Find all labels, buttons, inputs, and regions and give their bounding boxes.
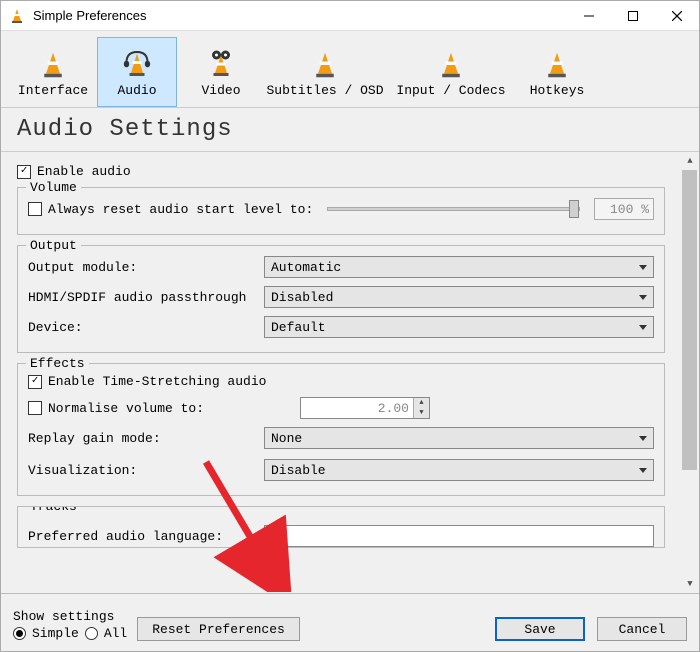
show-settings-block: Show settings Simple All	[13, 609, 127, 641]
tab-hotkeys[interactable]: Hotkeys	[517, 37, 597, 107]
always-reset-checkbox[interactable]	[28, 202, 42, 216]
app-icon	[9, 8, 25, 24]
close-button[interactable]	[655, 1, 699, 31]
replay-gain-select[interactable]: None	[264, 427, 654, 449]
tab-label: Interface	[18, 83, 88, 98]
visualization-label: Visualization:	[28, 463, 258, 478]
select-value: None	[271, 431, 302, 446]
reset-preferences-button[interactable]: Reset Preferences	[137, 617, 300, 641]
tab-input-codecs[interactable]: Input / Codecs	[389, 37, 513, 107]
radio-simple-label: Simple	[32, 626, 79, 641]
enable-audio-checkbox[interactable]	[17, 165, 31, 179]
cone-icon	[435, 47, 467, 79]
device-label: Device:	[28, 320, 258, 335]
group-legend: Volume	[26, 180, 81, 195]
group-legend: Effects	[26, 356, 89, 371]
headphones-cone-icon	[121, 47, 153, 79]
slider-thumb[interactable]	[569, 200, 579, 218]
tracks-group: Tracks Preferred audio language:	[17, 506, 665, 548]
normalise-spin[interactable]: 2.00 ▲ ▼	[300, 397, 430, 419]
visualization-select[interactable]: Disable	[264, 459, 654, 481]
spin-down[interactable]: ▼	[414, 408, 429, 418]
preferences-window: Simple Preferences Interface Audio Video…	[0, 0, 700, 652]
film-cone-icon	[205, 47, 237, 79]
select-value: Disabled	[271, 290, 333, 305]
passthrough-select[interactable]: Disabled	[264, 286, 654, 308]
tab-audio[interactable]: Audio	[97, 37, 177, 107]
page-title: Audio Settings	[1, 108, 699, 152]
tab-label: Subtitles / OSD	[266, 83, 383, 98]
output-group: Output Output module: Automatic HDMI/SPD…	[17, 245, 665, 353]
always-reset-label: Always reset audio start level to:	[48, 202, 313, 217]
cone-icon	[37, 47, 69, 79]
save-button[interactable]: Save	[495, 617, 585, 641]
footer: Show settings Simple All Reset Preferenc…	[1, 593, 699, 651]
output-module-label: Output module:	[28, 260, 258, 275]
radio-all[interactable]	[85, 627, 98, 640]
vertical-scrollbar[interactable]: ▲ ▼	[681, 152, 699, 593]
volume-group: Volume Always reset audio start level to…	[17, 187, 665, 235]
replay-gain-label: Replay gain mode:	[28, 431, 258, 446]
radio-all-label: All	[104, 626, 127, 641]
window-controls	[567, 1, 699, 31]
select-value: Automatic	[271, 260, 341, 275]
select-value: Default	[271, 320, 326, 335]
minimize-button[interactable]	[567, 1, 611, 31]
device-select[interactable]: Default	[264, 316, 654, 338]
normalise-checkbox[interactable]	[28, 401, 42, 415]
enable-audio-label: Enable audio	[37, 164, 131, 179]
cone-icon	[541, 47, 573, 79]
normalise-value: 2.00	[301, 401, 413, 416]
timestretch-label: Enable Time-Stretching audio	[48, 374, 266, 389]
tab-label: Audio	[117, 83, 156, 98]
output-module-select[interactable]: Automatic	[264, 256, 654, 278]
tab-interface[interactable]: Interface	[13, 37, 93, 107]
titlebar: Simple Preferences	[1, 1, 699, 31]
radio-simple[interactable]	[13, 627, 26, 640]
group-legend: Tracks	[26, 506, 81, 514]
tab-label: Video	[201, 83, 240, 98]
show-settings-label: Show settings	[13, 609, 127, 624]
maximize-button[interactable]	[611, 1, 655, 31]
scroll-thumb[interactable]	[682, 170, 697, 470]
normalise-label: Normalise volume to:	[48, 401, 258, 416]
cancel-button[interactable]: Cancel	[597, 617, 687, 641]
preferred-audio-language-label: Preferred audio language:	[28, 529, 258, 544]
content-area: Enable audio Volume Always reset audio s…	[1, 152, 699, 593]
tab-label: Hotkeys	[530, 83, 585, 98]
start-level-slider[interactable]	[327, 207, 580, 211]
timestretch-checkbox[interactable]	[28, 375, 42, 389]
tab-video[interactable]: Video	[181, 37, 261, 107]
start-level-value: 100 %	[594, 198, 654, 220]
passthrough-label: HDMI/SPDIF audio passthrough	[28, 290, 258, 305]
group-legend: Output	[26, 238, 81, 253]
preferred-audio-language-input[interactable]	[264, 525, 654, 547]
scroll-up-icon[interactable]: ▲	[681, 152, 699, 170]
effects-group: Effects Enable Time-Stretching audio Nor…	[17, 363, 665, 496]
cone-icon	[309, 47, 341, 79]
tab-subtitles[interactable]: Subtitles / OSD	[265, 37, 385, 107]
scroll-down-icon[interactable]: ▼	[681, 575, 699, 593]
scroll-content: Enable audio Volume Always reset audio s…	[1, 152, 681, 593]
tab-label: Input / Codecs	[396, 83, 505, 98]
spin-up[interactable]: ▲	[414, 398, 429, 408]
category-toolbar: Interface Audio Video Subtitles / OSD In…	[1, 31, 699, 108]
window-title: Simple Preferences	[33, 8, 567, 23]
select-value: Disable	[271, 463, 326, 478]
